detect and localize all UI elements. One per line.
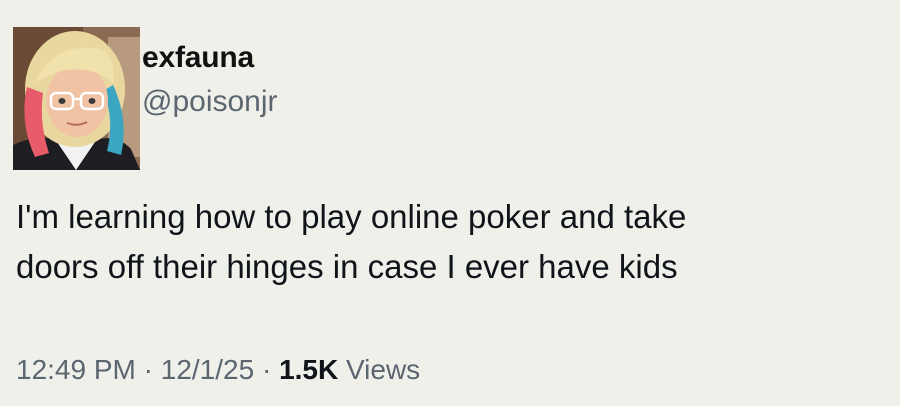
separator-dot: · [135, 354, 161, 385]
avatar[interactable] [13, 27, 140, 170]
display-name[interactable]: exfauna [142, 39, 254, 77]
tweet-card: exfauna @poisonjr I'm learning how to pl… [0, 0, 900, 406]
separator-dot: · [254, 354, 280, 385]
tweet-text-line: I'm learning how to play online poker an… [16, 198, 687, 235]
tweet-time[interactable]: 12:49 PM [16, 354, 136, 385]
user-handle[interactable]: @poisonjr [142, 83, 278, 121]
views-label: Views [338, 354, 421, 385]
views-count[interactable]: 1.5K [279, 354, 338, 385]
avatar-image [13, 27, 140, 170]
tweet-text: I'm learning how to play online poker an… [16, 192, 876, 292]
tweet-meta: 12:49 PM · 12/1/25 · 1.5K Views [16, 350, 420, 390]
tweet-text-line: doors off their hinges in case I ever ha… [16, 248, 678, 285]
tweet-date[interactable]: 12/1/25 [161, 354, 254, 385]
